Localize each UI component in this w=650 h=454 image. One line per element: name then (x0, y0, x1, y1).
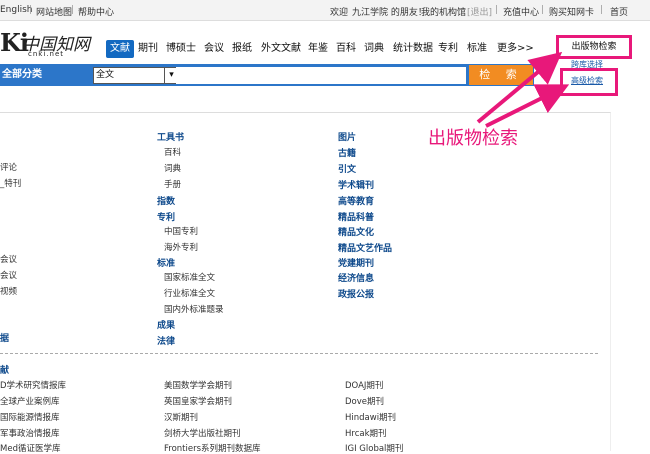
tab-encyclopedia[interactable]: 百科 (336, 40, 356, 58)
category-academic-collection[interactable]: 学术辑刊 (338, 178, 374, 191)
list-item[interactable]: Med循证医学库 (0, 442, 60, 454)
separator: | (495, 5, 499, 15)
list-item[interactable]: 行业标准全文 (164, 287, 215, 299)
logout-link[interactable]: [退出] (467, 5, 492, 18)
category-images[interactable]: 图片 (338, 130, 356, 143)
category-higher-education[interactable]: 高等教育 (338, 194, 374, 207)
top-bar: English | 网站地图 | 帮助中心 欢迎 九江学院 的朋友！ 我的机构馆… (0, 0, 650, 21)
category-ancient-books[interactable]: 古籍 (338, 146, 356, 159)
list-item[interactable]: 百科 (164, 146, 181, 158)
user-name: 九江学院 的朋友！ (352, 8, 427, 18)
separator: | (29, 5, 33, 15)
english-link[interactable]: English (0, 5, 33, 15)
list-item[interactable]: 会议 (0, 253, 17, 265)
separator: | (541, 5, 545, 15)
list-item[interactable]: Dove期刊 (345, 395, 384, 407)
list-item[interactable]: 视频 (0, 285, 17, 297)
list-item[interactable]: 剑桥大学出版社期刊 (164, 427, 241, 439)
list-item[interactable]: 评论 (0, 161, 17, 173)
category-law[interactable]: 法律 (157, 334, 175, 347)
search-field-value: 全文 (96, 70, 115, 80)
search-input[interactable] (176, 67, 466, 84)
separator: | (600, 5, 604, 15)
sitemap-link[interactable]: 网站地图 (36, 5, 72, 18)
list-item[interactable]: 军事政治情报库 (0, 427, 60, 439)
tab-foreign[interactable]: 外文文献 (261, 40, 301, 58)
list-item[interactable]: DOAJ期刊 (345, 379, 383, 391)
list-item[interactable]: 据 (0, 331, 9, 344)
list-item[interactable]: 手册 (164, 178, 181, 190)
logo-domain: cnki.net (28, 50, 64, 58)
tab-thesis[interactable]: 博硕士 (166, 40, 196, 58)
list-item[interactable]: 国家标准全文 (164, 271, 215, 283)
foreign-section-title: 献 (0, 366, 10, 376)
list-item[interactable]: 会议 (0, 269, 17, 281)
list-item[interactable]: 全球产业案例库 (0, 395, 60, 407)
tab-more[interactable]: 更多>> (497, 40, 534, 58)
tab-journal[interactable]: 期刊 (138, 40, 158, 58)
category-patent[interactable]: 专利 (157, 210, 175, 223)
list-item[interactable]: 美国数学学会期刊 (164, 379, 232, 391)
list-item[interactable]: 汉斯期刊 (164, 411, 198, 423)
category-index[interactable]: 指数 (157, 194, 175, 207)
home-link[interactable]: 首页 (610, 5, 628, 18)
category-tools[interactable]: 工具书 (157, 130, 184, 143)
my-org-link[interactable]: 我的机构馆 (421, 5, 466, 18)
tab-standard[interactable]: 标准 (467, 40, 487, 58)
list-item[interactable]: Hrcak期刊 (345, 427, 387, 439)
list-item[interactable]: 国内外标准题录 (164, 303, 224, 315)
publication-search-link[interactable]: 出版物检索 (556, 35, 632, 59)
list-item[interactable]: IGI Global期刊 (345, 442, 403, 454)
category-achievement[interactable]: 成果 (157, 318, 175, 331)
category-citation[interactable]: 引文 (338, 162, 356, 175)
tab-conference[interactable]: 会议 (204, 40, 224, 58)
list-item[interactable]: 英国皇家学会期刊 (164, 395, 232, 407)
category-party-journals[interactable]: 党建期刊 (338, 256, 374, 269)
separator: | (71, 5, 75, 15)
section-divider (0, 353, 598, 354)
category-literary-works[interactable]: 精品文艺作品 (338, 241, 392, 254)
list-item[interactable]: 中国专利 (164, 225, 198, 237)
tab-newspaper[interactable]: 报纸 (232, 40, 252, 58)
cnki-logo[interactable]: Ki 中国知网 cnki.net (0, 28, 100, 58)
list-item[interactable]: 国际能源情报库 (0, 411, 60, 423)
tab-literature[interactable]: 文献 (106, 40, 134, 58)
list-item[interactable]: 词典 (164, 162, 181, 174)
annotation-label: 出版物检索 (428, 128, 518, 149)
category-government-bulletin[interactable]: 政报公报 (338, 287, 374, 300)
list-item[interactable]: Hindawi期刊 (345, 411, 396, 423)
category-science-popular[interactable]: 精品科普 (338, 210, 374, 223)
category-culture[interactable]: 精品文化 (338, 225, 374, 238)
welcome-text: 欢迎 (330, 8, 349, 18)
resource-panel: 评论 _特刊 会议 会议 视频 据 工具书 百科 词典 手册 指数 专利 中国专… (0, 112, 611, 454)
list-item[interactable]: D学术研究情报库 (0, 379, 66, 391)
recharge-link[interactable]: 充值中心 (503, 5, 539, 18)
category-standard[interactable]: 标准 (157, 256, 175, 269)
search-button[interactable]: 检 索 (469, 65, 533, 85)
help-link[interactable]: 帮助中心 (78, 5, 114, 18)
category-economic-info[interactable]: 经济信息 (338, 271, 374, 284)
tab-yearbook[interactable]: 年鉴 (308, 40, 328, 58)
list-item[interactable]: _特刊 (0, 177, 21, 189)
list-item[interactable]: 海外专利 (164, 241, 198, 253)
tab-dictionary[interactable]: 词典 (364, 40, 384, 58)
search-field-select[interactable]: 全文 ▾ (93, 67, 179, 84)
tab-patent[interactable]: 专利 (438, 40, 458, 58)
list-item[interactable]: Frontiers系列期刊数据库 (164, 442, 261, 454)
category-select[interactable]: 全部分类 (0, 64, 90, 86)
advanced-search-link[interactable]: 高级检索 (571, 75, 603, 86)
buy-card-link[interactable]: 购买知网卡 (549, 5, 594, 18)
tab-statistics[interactable]: 统计数据 (393, 40, 433, 58)
